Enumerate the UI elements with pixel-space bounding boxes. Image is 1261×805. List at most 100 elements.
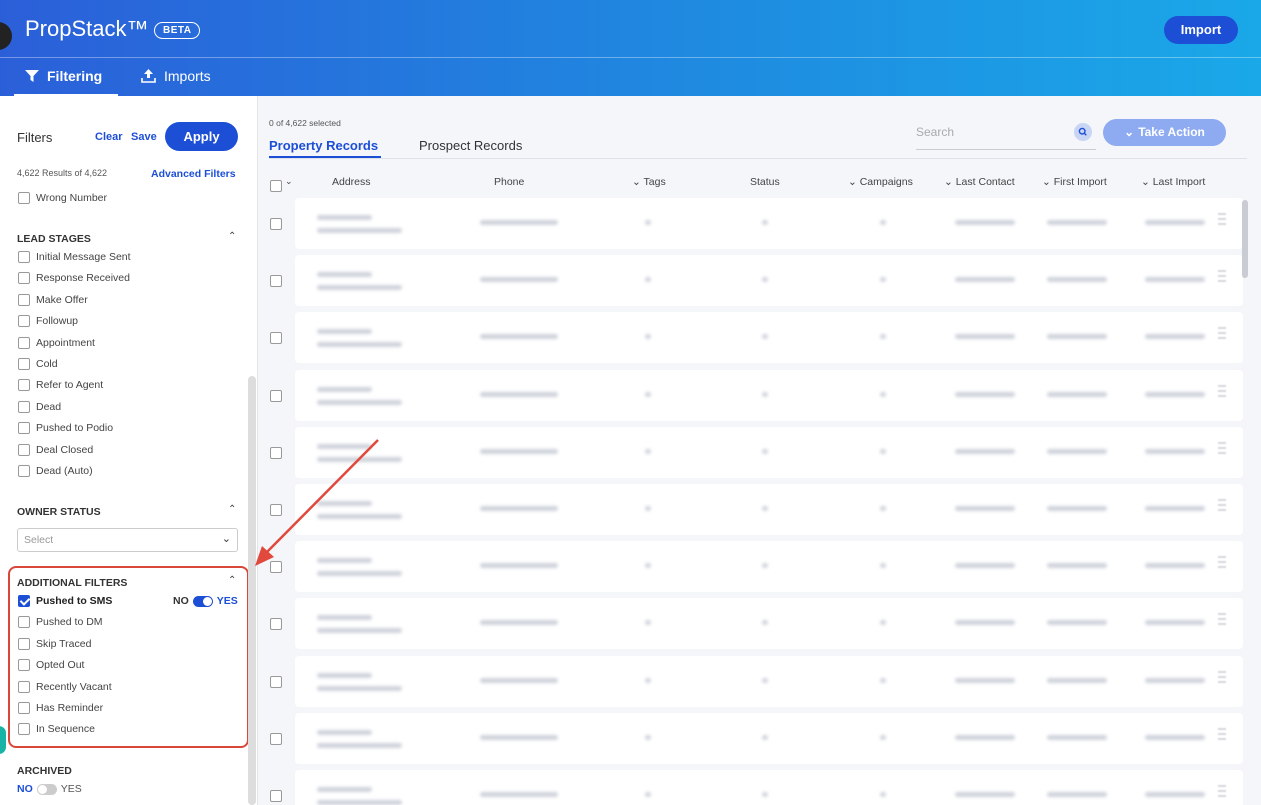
- advanced-filters-link[interactable]: Advanced Filters: [151, 168, 236, 180]
- row-checkbox[interactable]: [270, 618, 282, 631]
- filter-option[interactable]: Dead (Auto): [18, 465, 93, 477]
- checkbox[interactable]: [18, 400, 30, 413]
- checkbox[interactable]: [18, 192, 30, 204]
- table-row[interactable]: [295, 312, 1243, 364]
- col-last-import[interactable]: ⌄ Last Import: [1141, 176, 1205, 188]
- import-button[interactable]: Import: [1164, 16, 1238, 44]
- col-last-contact[interactable]: ⌄ Last Contact: [944, 176, 1015, 188]
- tab-prospect-records[interactable]: Prospect Records: [419, 138, 522, 153]
- filter-option[interactable]: Followup: [18, 315, 78, 328]
- nav-tab-filtering[interactable]: Filtering: [25, 68, 102, 84]
- table-row[interactable]: [295, 598, 1243, 650]
- filter-option[interactable]: Skip Traced: [18, 637, 91, 650]
- row-checkbox[interactable]: [270, 332, 282, 345]
- filter-option[interactable]: Dead: [18, 400, 61, 413]
- table-row[interactable]: [295, 426, 1243, 478]
- row-checkbox[interactable]: [270, 732, 282, 745]
- filter-option[interactable]: Make Offer: [18, 293, 88, 306]
- help-tab[interactable]: [0, 726, 6, 754]
- row-checkbox[interactable]: [270, 561, 282, 574]
- table-row[interactable]: [295, 541, 1243, 593]
- checkbox[interactable]: [18, 465, 30, 477]
- col-campaigns[interactable]: ⌄ Campaigns: [848, 176, 913, 188]
- chevron-up-icon[interactable]: ⌃: [228, 231, 236, 242]
- col-phone[interactable]: Phone: [494, 176, 524, 188]
- filter-option[interactable]: Recently Vacant: [18, 680, 112, 693]
- checkbox[interactable]: [18, 680, 30, 693]
- nav-tab-imports[interactable]: Imports: [141, 68, 211, 84]
- row-menu-icon[interactable]: [1218, 267, 1226, 289]
- row-menu-icon[interactable]: [1218, 496, 1226, 518]
- checkbox[interactable]: [18, 379, 30, 392]
- checkbox[interactable]: [18, 616, 30, 629]
- apply-button[interactable]: Apply: [165, 122, 238, 151]
- row-checkbox[interactable]: [270, 675, 282, 688]
- save-link[interactable]: Save: [131, 131, 157, 143]
- row-checkbox[interactable]: [270, 446, 282, 459]
- filter-option[interactable]: Pushed to Podio: [18, 422, 113, 435]
- filter-option[interactable]: Response Received: [18, 272, 130, 285]
- search-icon[interactable]: [1074, 123, 1092, 141]
- checkbox[interactable]: [18, 637, 30, 650]
- clear-link[interactable]: Clear: [95, 131, 123, 143]
- row-menu-icon[interactable]: [1218, 782, 1226, 804]
- table-row[interactable]: [295, 655, 1243, 707]
- checkbox[interactable]: [18, 358, 30, 370]
- row-menu-icon[interactable]: [1218, 725, 1226, 747]
- row-checkbox[interactable]: [270, 275, 282, 288]
- col-first-import[interactable]: ⌄ First Import: [1042, 176, 1107, 188]
- table-row[interactable]: [295, 484, 1243, 535]
- owner-status-select[interactable]: Select ⌄: [17, 528, 238, 552]
- col-address[interactable]: Address: [332, 176, 371, 188]
- filter-wrong-number[interactable]: Wrong Number: [18, 192, 107, 204]
- toggle-switch[interactable]: [192, 595, 213, 607]
- row-menu-icon[interactable]: [1218, 610, 1226, 632]
- row-menu-icon[interactable]: [1218, 210, 1226, 232]
- sms-toggle[interactable]: NO YES: [173, 595, 238, 607]
- row-menu-icon[interactable]: [1218, 553, 1226, 575]
- filter-option[interactable]: Deal Closed: [18, 443, 93, 456]
- checkbox[interactable]: [18, 595, 30, 607]
- table-row[interactable]: [295, 770, 1243, 805]
- checkbox[interactable]: [18, 272, 30, 285]
- collapse-handle[interactable]: [0, 22, 12, 50]
- row-menu-icon[interactable]: [1218, 382, 1226, 404]
- checkbox[interactable]: [18, 659, 30, 672]
- filter-option[interactable]: Pushed to SMS: [18, 595, 112, 607]
- chevron-up-icon[interactable]: ⌃: [228, 575, 236, 586]
- table-row[interactable]: [295, 712, 1243, 764]
- row-checkbox[interactable]: [270, 218, 282, 230]
- table-row[interactable]: [295, 369, 1243, 421]
- col-status[interactable]: Status: [750, 176, 780, 188]
- take-action-button[interactable]: ⌄ Take Action: [1103, 119, 1226, 146]
- checkbox[interactable]: [18, 723, 30, 736]
- archived-toggle[interactable]: NO YES: [17, 783, 82, 795]
- filter-option[interactable]: Cold: [18, 358, 58, 370]
- filter-option[interactable]: Refer to Agent: [18, 379, 103, 392]
- row-checkbox[interactable]: [270, 389, 282, 402]
- filter-option[interactable]: Opted Out: [18, 659, 84, 672]
- tab-property-records[interactable]: Property Records: [269, 138, 378, 153]
- filter-option[interactable]: Initial Message Sent: [18, 251, 131, 263]
- row-menu-icon[interactable]: [1218, 439, 1226, 461]
- checkbox[interactable]: [18, 293, 30, 306]
- filter-option[interactable]: Has Reminder: [18, 702, 103, 714]
- row-menu-icon[interactable]: [1218, 668, 1226, 690]
- chevron-up-icon[interactable]: ⌃: [228, 504, 236, 515]
- row-checkbox[interactable]: [270, 790, 282, 802]
- checkbox[interactable]: [18, 315, 30, 328]
- filter-option[interactable]: Appointment: [18, 336, 95, 349]
- filter-option[interactable]: Pushed to DM: [18, 616, 103, 629]
- filter-option[interactable]: In Sequence: [18, 723, 95, 736]
- checkbox[interactable]: [18, 702, 30, 714]
- chevron-down-icon[interactable]: ⌄: [285, 176, 293, 187]
- table-row[interactable]: [295, 255, 1243, 307]
- table-scrollbar[interactable]: [1242, 200, 1248, 278]
- row-menu-icon[interactable]: [1218, 324, 1226, 346]
- toggle-switch[interactable]: [36, 783, 57, 795]
- checkbox[interactable]: [18, 336, 30, 349]
- sidebar-scrollbar[interactable]: [248, 376, 256, 805]
- checkbox[interactable]: [18, 422, 30, 435]
- checkbox[interactable]: [18, 251, 30, 263]
- checkbox[interactable]: [18, 443, 30, 456]
